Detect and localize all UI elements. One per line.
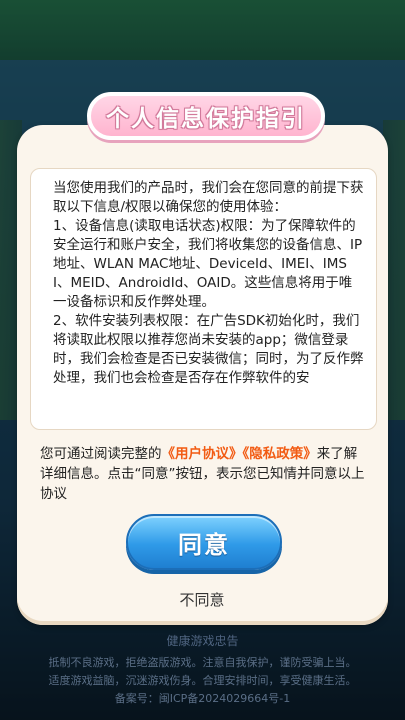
notice-prefix: 您可通过阅读完整的 [40,446,162,462]
privacy-content-scroll[interactable]: 当您使用我们的产品时，我们会在您同意的前提下获取以下信息/权限以确保您的使用体验… [30,168,377,430]
footer-title: 健康游戏忠告 [166,634,239,648]
privacy-policy-link[interactable]: 《隐私政策》 [243,446,317,462]
health-advice-footer: 健康游戏忠告 抵制不良游戏，拒绝盗版游戏。注意自我保护，谨防受骗上当。 适度游戏… [0,632,405,708]
privacy-content-text: 当您使用我们的产品时，我们会在您同意的前提下获取以下信息/权限以确保您的使用体验… [31,169,376,388]
content-paragraph: 2、软件安装列表权限：在广告SDK初始化时，我们将读取此权限以推荐您尚未安装的a… [53,313,364,386]
agreement-notice: 您可通过阅读完整的《用户协议》《隐私政策》来了解详细信息。点击“同意”按钮，表示… [40,444,370,504]
footer-line-2: 适度游戏益脑，沉迷游戏伤身。合理安排时间，享受健康生活。 [48,674,357,687]
disagree-button[interactable]: 不同意 [140,585,264,613]
dialog-title: 个人信息保护指引 [106,106,306,132]
dialog-title-pill: 个人信息保护指引 [87,92,325,140]
user-agreement-link[interactable]: 《用户协议》 [162,446,243,462]
agree-button[interactable]: 同意 [126,514,282,570]
footer-line-1: 抵制不良游戏，拒绝盗版游戏。注意自我保护，谨防受骗上当。 [48,656,357,669]
content-paragraph: 当您使用我们的产品时，我们会在您同意的前提下获取以下信息/权限以确保您的使用体验… [53,180,364,215]
footer-icp-number: 备案号：闽ICP备2024029664号-1 [114,692,291,705]
content-paragraph: 1、设备信息(读取电话状态)权限：为了保障软件的安全运行和账户安全，我们将收集您… [53,218,363,310]
